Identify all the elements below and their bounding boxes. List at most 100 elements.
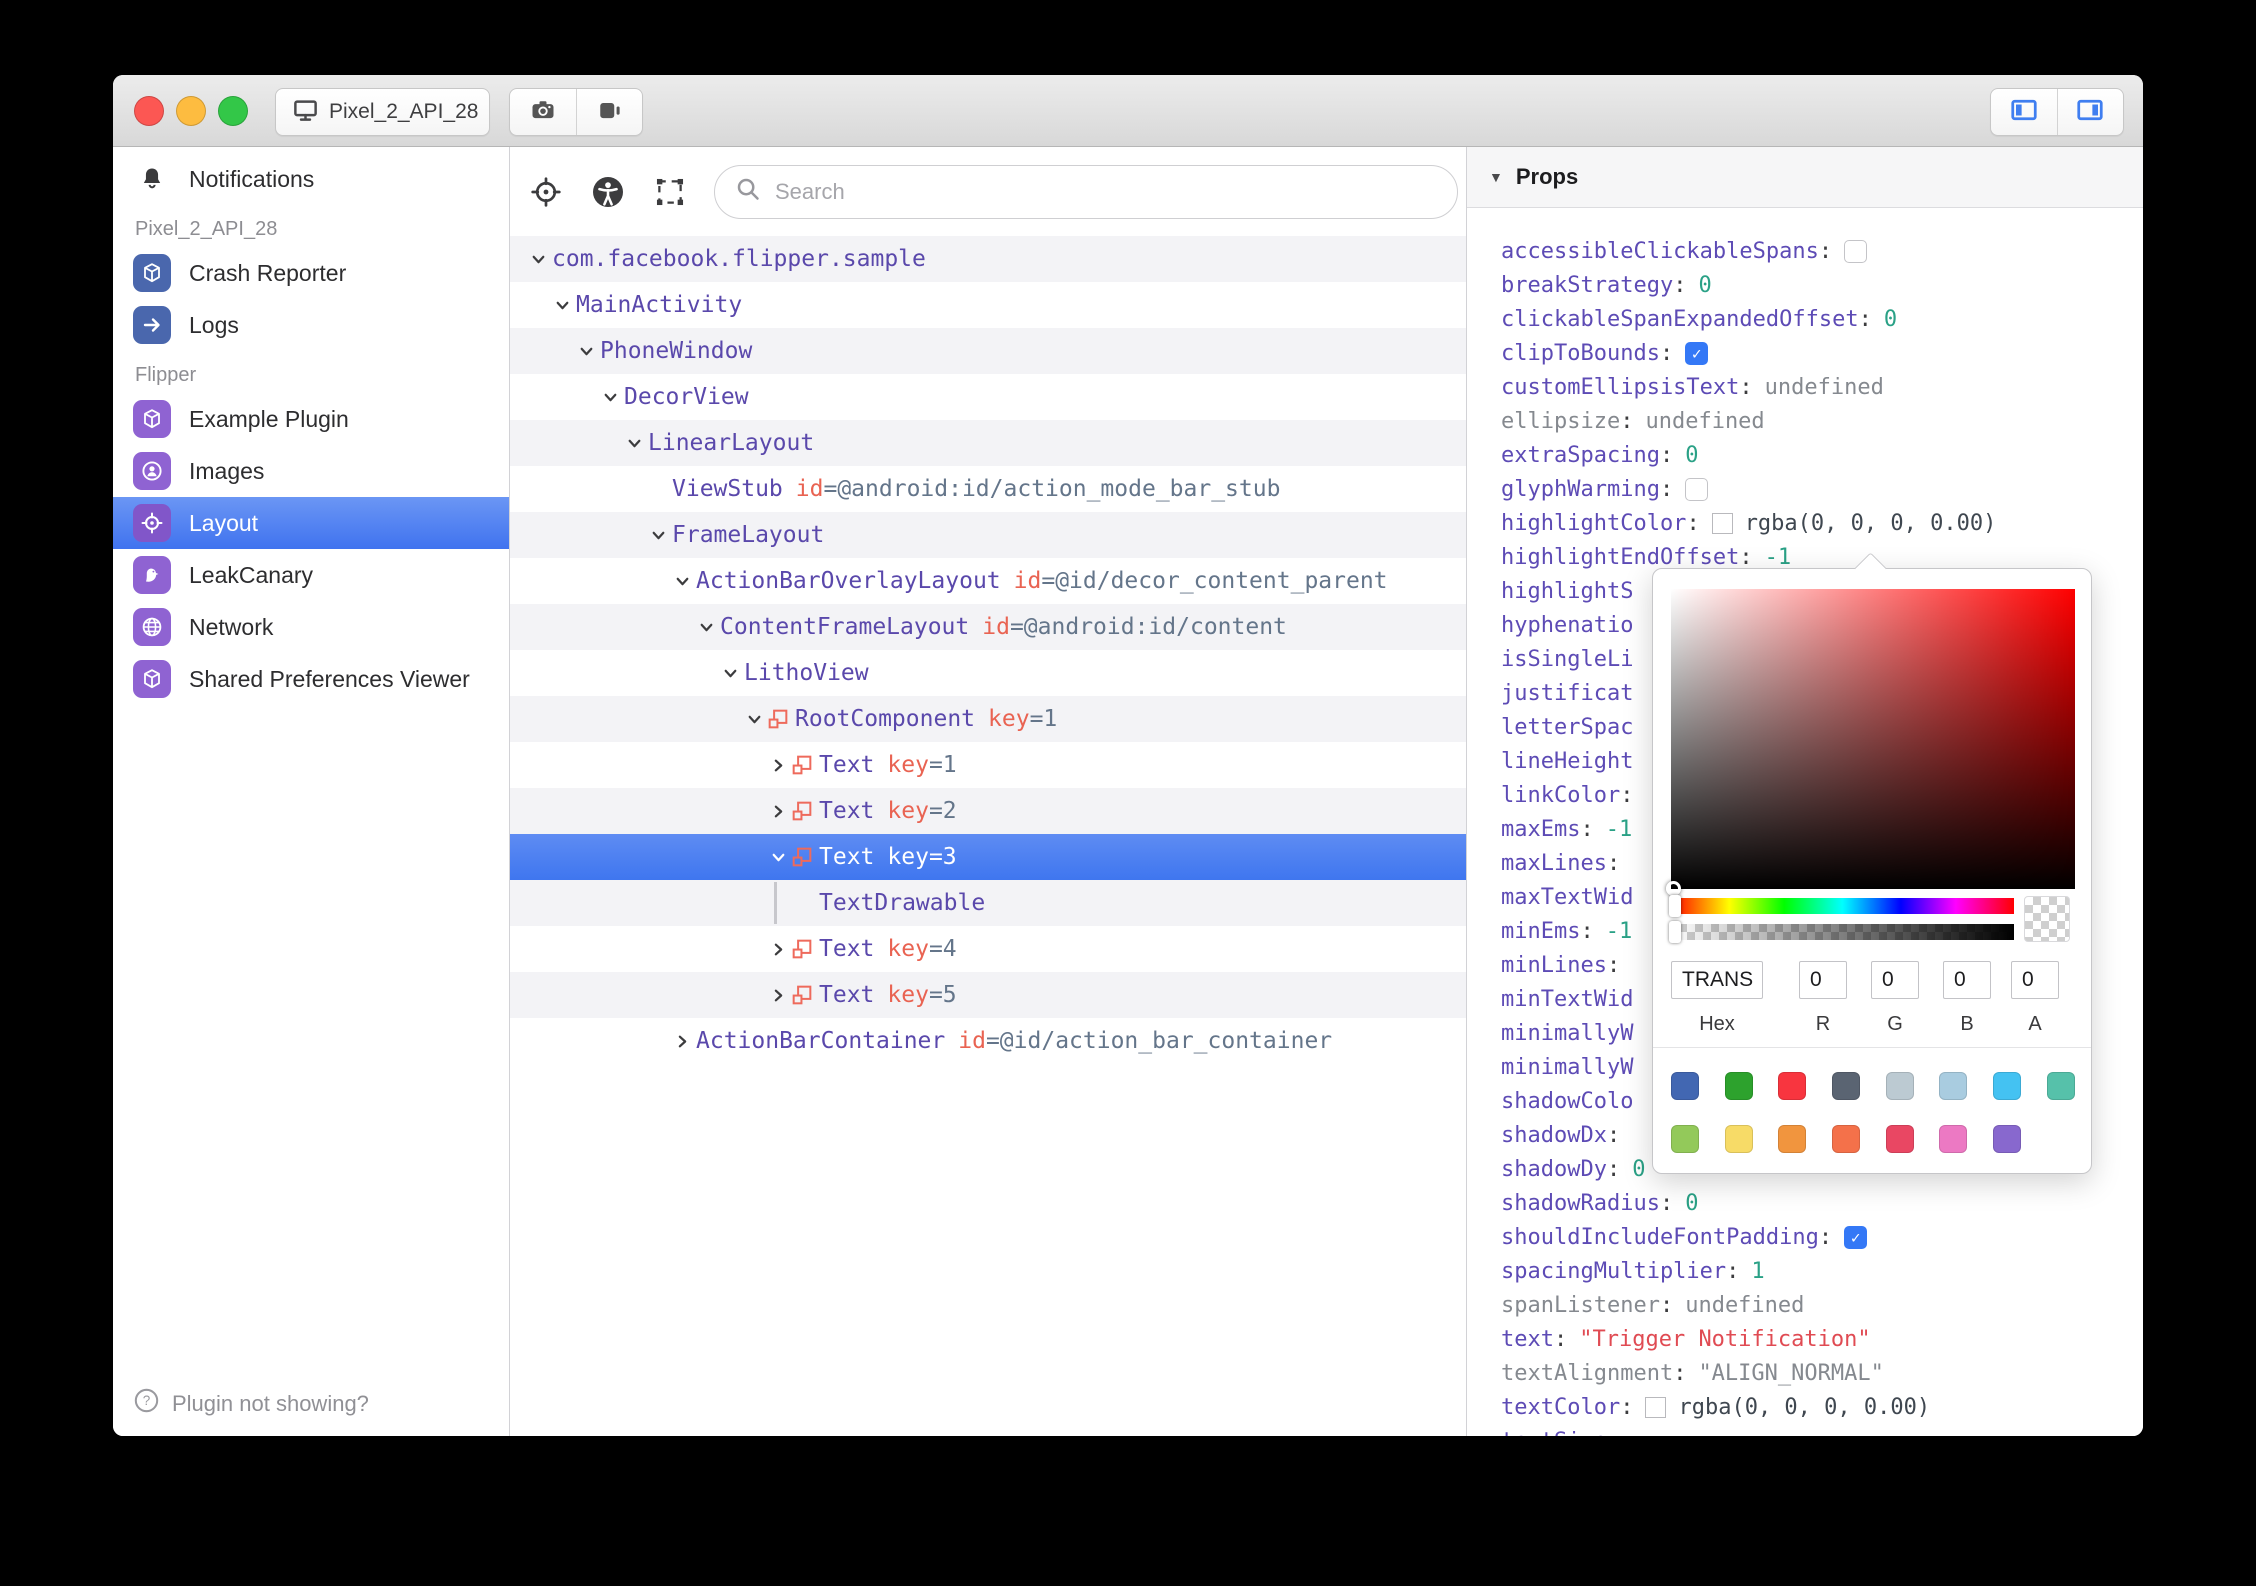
tree-node-actionbarcontainer[interactable]: ActionBarContainer id=@id/action_bar_cont…	[510, 1018, 1466, 1064]
sidebar-item-shared-preferences-viewer[interactable]: Shared Preferences Viewer	[113, 653, 509, 705]
tree-node-label: MainActivity	[576, 292, 743, 318]
prop-row-ellipsize: ellipsize: undefined	[1501, 408, 1765, 434]
chevron-down-icon[interactable]	[626, 435, 648, 452]
tree-node-text[interactable]: Text key=5	[510, 972, 1466, 1018]
close-button[interactable]	[134, 96, 164, 126]
prop-row-spanlistener: spanListener: undefined	[1501, 1292, 1805, 1318]
tree-node-label: RootComponent	[795, 706, 976, 732]
crosshair-icon[interactable]	[528, 174, 564, 210]
green-input[interactable]	[1871, 961, 1919, 999]
search-input[interactable]	[775, 178, 1439, 205]
chevron-down-icon[interactable]	[722, 665, 744, 682]
tree-node-linearlayout[interactable]: LinearLayout	[510, 420, 1466, 466]
color-swatch[interactable]	[1832, 1125, 1861, 1153]
alpha-slider[interactable]	[1669, 921, 2014, 943]
sidebar-item-crash-reporter[interactable]: Crash Reporter	[113, 247, 509, 299]
chevron-right-icon[interactable]	[674, 1033, 696, 1050]
search-box	[714, 164, 1458, 219]
sidebar-item-example-plugin[interactable]: Example Plugin	[113, 393, 509, 445]
tree-node-text[interactable]: Text key=3	[510, 834, 1466, 880]
sidebar-item-notifications[interactable]: Notifications	[113, 153, 509, 205]
chevron-down-icon[interactable]	[530, 251, 552, 268]
color-swatch[interactable]	[1832, 1072, 1861, 1100]
sidebar-item-logs[interactable]: Logs	[113, 299, 509, 351]
prop-row-textsize: textSize:	[1501, 1424, 2143, 1437]
hue-handle[interactable]	[1669, 895, 1681, 917]
alpha-input[interactable]	[2011, 961, 2059, 999]
chevron-right-icon[interactable]	[770, 941, 792, 958]
chevron-down-icon[interactable]	[698, 619, 720, 636]
tree-node-actionbaroverlaylayout[interactable]: ActionBarOverlayLayout id=@id/decor_conte…	[510, 558, 1466, 604]
color-swatch[interactable]	[1993, 1125, 2022, 1153]
tree-node-mainactivity[interactable]: MainActivity	[510, 282, 1466, 328]
layout-inspector-panel: com.facebook.flipper.sample MainActivity P…	[510, 147, 1467, 1436]
select-area-icon[interactable]	[652, 174, 688, 210]
prop-checkbox[interactable]	[1844, 239, 1868, 263]
chevron-down-icon[interactable]	[554, 297, 576, 314]
chevron-down-icon[interactable]	[602, 389, 624, 406]
minimize-button[interactable]	[176, 96, 206, 126]
color-swatch[interactable]	[1778, 1072, 1807, 1100]
chevron-right-icon[interactable]	[770, 803, 792, 820]
toggle-left-panel-button[interactable]	[1991, 89, 2057, 135]
chevron-down-icon[interactable]	[770, 849, 792, 866]
color-swatch[interactable]	[1885, 1125, 1914, 1153]
color-swatch[interactable]	[1939, 1072, 1968, 1100]
color-swatch[interactable]	[1671, 1125, 1699, 1153]
prop-checkbox[interactable]: ✓	[1685, 341, 1709, 365]
chevron-down-icon[interactable]	[650, 527, 672, 544]
toggle-right-panel-button[interactable]	[2056, 89, 2124, 135]
alpha-handle[interactable]	[1669, 921, 1681, 943]
blue-input[interactable]	[1943, 961, 1991, 999]
tree-node-framelayout[interactable]: FrameLayout	[510, 512, 1466, 558]
screen-record-button[interactable]	[575, 89, 643, 135]
prop-color-swatch[interactable]	[1711, 512, 1733, 534]
color-swatch[interactable]	[1993, 1072, 2022, 1100]
color-swatch[interactable]	[2046, 1072, 2075, 1100]
color-swatch[interactable]	[1724, 1072, 1753, 1100]
sidebar-item-images[interactable]: Images	[113, 445, 509, 497]
color-swatch[interactable]	[1885, 1072, 1914, 1100]
color-swatch[interactable]	[1778, 1125, 1807, 1153]
props-header[interactable]: ▼ Props	[1467, 147, 2143, 208]
capture-button-group	[509, 88, 643, 136]
chevron-down-icon[interactable]	[578, 343, 600, 360]
color-swatch[interactable]	[1939, 1125, 1968, 1153]
chevron-down-icon[interactable]	[746, 711, 768, 728]
device-selector-button[interactable]: Pixel_2_API_28	[275, 88, 490, 136]
chevron-right-icon[interactable]	[770, 987, 792, 1004]
prop-name: maxEms	[1501, 816, 1581, 842]
tree-node-decorview[interactable]: DecorView	[510, 374, 1466, 420]
tree-node-contentframelayout[interactable]: ContentFrameLayout id=@android:id/content	[510, 604, 1466, 650]
tree-node-lithoview[interactable]: LithoView	[510, 650, 1466, 696]
red-input[interactable]	[1799, 961, 1847, 999]
color-swatch[interactable]	[1724, 1125, 1753, 1153]
hue-slider[interactable]	[1669, 895, 2014, 917]
tree-node-textdrawable[interactable]: TextDrawable	[510, 880, 1466, 926]
tree-node-com-facebook-flipper-sample[interactable]: com.facebook.flipper.sample	[510, 236, 1466, 282]
zoom-button[interactable]	[218, 96, 248, 126]
video-camera-icon	[595, 96, 623, 129]
tree-node-text[interactable]: Text key=1	[510, 742, 1466, 788]
color-swatch[interactable]	[1671, 1072, 1699, 1100]
chevron-down-icon[interactable]	[674, 573, 696, 590]
saturation-brightness-field[interactable]	[1666, 589, 2075, 896]
chevron-right-icon[interactable]	[770, 757, 792, 774]
prop-color-swatch[interactable]	[1645, 1396, 1667, 1418]
prop-checkbox[interactable]	[1685, 477, 1709, 501]
tree-node-text[interactable]: Text key=2	[510, 788, 1466, 834]
tree-node-phonewindow[interactable]: PhoneWindow	[510, 328, 1466, 374]
plugin-help-link[interactable]: ? Plugin not showing?	[133, 1387, 369, 1420]
tree-node-rootcomponent[interactable]: RootComponent key=1	[510, 696, 1466, 742]
tree-node-viewstub[interactable]: ViewStub id=@android:id/action_mode_bar_s…	[510, 466, 1466, 512]
prop-row-glyphwarming: glyphWarming:	[1501, 472, 2143, 506]
hex-input[interactable]	[1671, 961, 1763, 999]
sidebar-item-leakcanary[interactable]: LeakCanary	[113, 549, 509, 601]
screenshot-button[interactable]	[510, 89, 576, 135]
prop-checkbox[interactable]: ✓	[1844, 1225, 1868, 1249]
saturation-handle[interactable]	[1666, 881, 1681, 896]
sidebar-item-network[interactable]: Network	[113, 601, 509, 653]
tree-node-text[interactable]: Text key=4	[510, 926, 1466, 972]
accessibility-icon[interactable]	[590, 174, 626, 210]
sidebar-item-layout[interactable]: Layout	[113, 497, 509, 549]
